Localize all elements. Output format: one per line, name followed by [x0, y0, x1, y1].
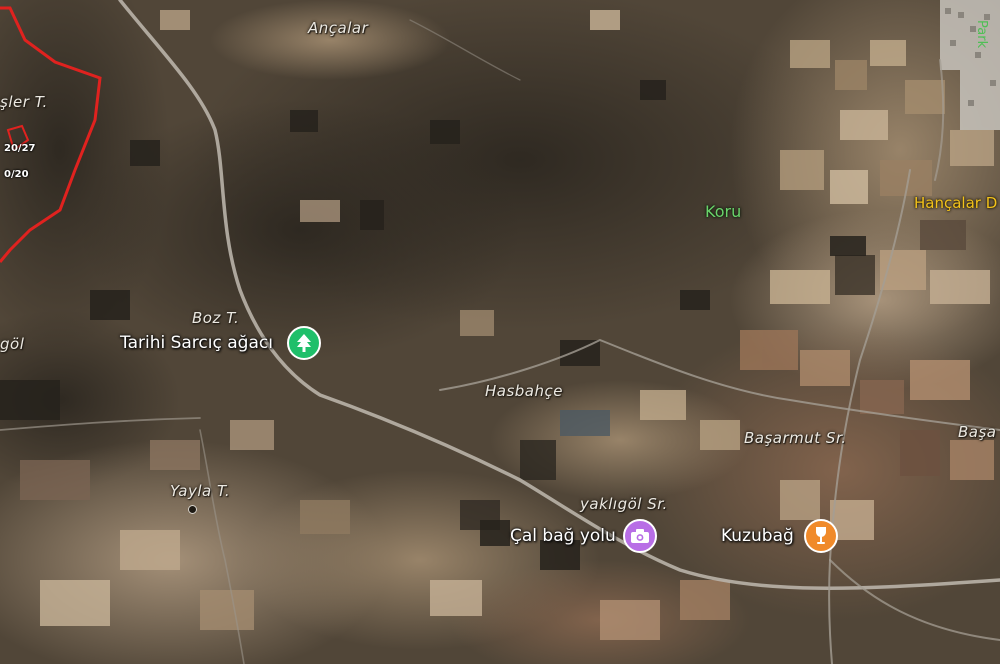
camera-icon	[631, 529, 649, 543]
poi-pin-cal-bag-yolu[interactable]	[623, 519, 657, 553]
summit-marker	[188, 505, 197, 514]
poi-pin-tarihi-sarcic-agaci[interactable]	[287, 326, 321, 360]
wine-glass-icon	[816, 527, 826, 544]
poi-pin-kuzubag[interactable]	[804, 519, 838, 553]
satellite-imagery	[0, 0, 1000, 664]
satellite-map[interactable]: Ançalar Boz T. Hasbahçe Başarmut Sr. Baş…	[0, 0, 1000, 664]
tree-icon	[297, 334, 311, 352]
